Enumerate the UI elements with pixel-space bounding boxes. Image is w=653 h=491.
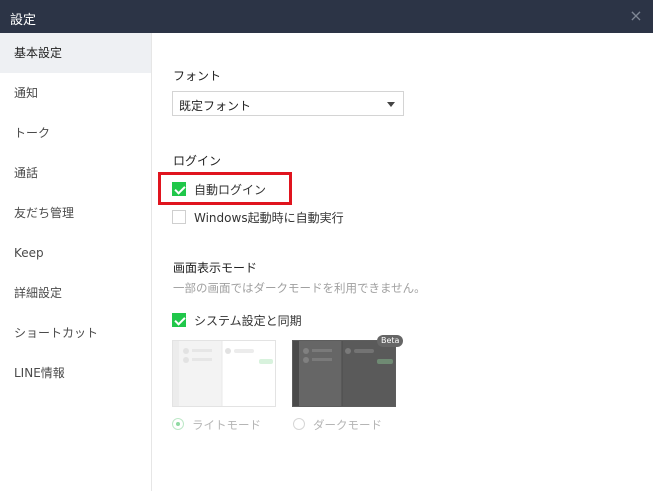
font-select[interactable]: 既定フォント: [172, 91, 404, 116]
sync-system-checkbox-row[interactable]: システム設定と同期: [172, 312, 322, 328]
dark-mode-label: ダークモード: [313, 418, 382, 432]
dark-mode-preview-illustration: [293, 341, 395, 406]
auto-start-label: Windows起動時に自動実行: [194, 211, 344, 225]
sidebar-item-keep[interactable]: Keep: [0, 233, 151, 273]
chevron-down-icon: [387, 102, 395, 107]
light-mode-label: ライトモード: [192, 418, 261, 432]
light-mode-radio[interactable]: [172, 418, 184, 430]
light-mode-preview[interactable]: [172, 340, 276, 407]
settings-sidebar: 基本設定 通知 トーク 通話 友だち管理 Keep 詳細設定 ショートカット L…: [0, 33, 152, 491]
auto-login-label: 自動ログイン: [194, 183, 267, 197]
dark-mode-preview[interactable]: [292, 340, 396, 407]
sidebar-item-advanced[interactable]: 詳細設定: [0, 273, 151, 313]
light-mode-radio-row[interactable]: ライトモード: [172, 416, 262, 432]
sync-system-checkbox[interactable]: [172, 313, 186, 327]
font-section-label: フォント: [173, 69, 222, 83]
window-title: 設定: [10, 13, 37, 28]
login-section-label: ログイン: [173, 154, 222, 168]
sidebar-item-talk[interactable]: トーク: [0, 113, 151, 153]
auto-login-checkbox-row[interactable]: 自動ログイン: [172, 181, 282, 197]
auto-start-checkbox[interactable]: [172, 210, 186, 224]
sidebar-item-basic-settings[interactable]: 基本設定: [0, 33, 151, 73]
title-bar: 設定 ×: [0, 0, 653, 33]
dark-mode-radio-row[interactable]: ダークモード: [293, 416, 383, 432]
sync-system-label: システム設定と同期: [194, 314, 302, 328]
sidebar-item-line-info[interactable]: LINE情報: [0, 353, 151, 393]
display-mode-section-label: 画面表示モード: [173, 261, 258, 275]
light-mode-preview-illustration: [173, 341, 275, 406]
beta-badge: Beta: [377, 335, 404, 347]
display-mode-note: 一部の画面ではダークモードを利用できません。: [173, 281, 426, 295]
close-icon[interactable]: ×: [627, 7, 645, 25]
font-select-value: 既定フォント: [179, 99, 252, 113]
settings-content: フォント 既定フォント ログイン 自動ログイン Windows起動時に自動実行 …: [153, 33, 653, 491]
sidebar-item-friends[interactable]: 友だち管理: [0, 193, 151, 233]
sidebar-item-calls[interactable]: 通話: [0, 153, 151, 193]
sidebar-item-notifications[interactable]: 通知: [0, 73, 151, 113]
auto-login-checkbox[interactable]: [172, 182, 186, 196]
sidebar-item-shortcuts[interactable]: ショートカット: [0, 313, 151, 353]
dark-mode-radio[interactable]: [293, 418, 305, 430]
auto-start-checkbox-row[interactable]: Windows起動時に自動実行: [172, 209, 362, 225]
